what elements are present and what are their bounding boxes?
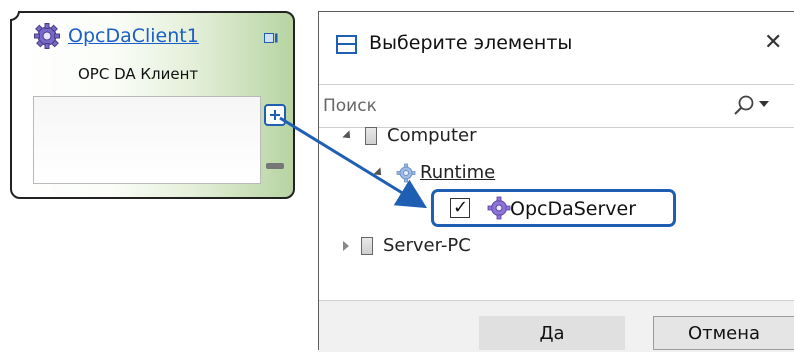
server-icon — [361, 236, 373, 255]
opc-da-client-block[interactable]: OpcDaClient1 OPC DA Клиент — [10, 11, 295, 199]
chevron-down-icon[interactable] — [759, 101, 769, 107]
checkbox[interactable] — [450, 197, 470, 218]
server-icon — [365, 126, 377, 145]
tree-item-computer[interactable]: Computer — [342, 125, 477, 146]
expand-arrow-icon[interactable] — [342, 129, 354, 142]
remove-item-button[interactable] — [266, 163, 284, 169]
component-name-link[interactable]: OpcDaClient1 — [68, 25, 199, 47]
expand-arrow-icon[interactable] — [373, 166, 385, 179]
window-icon — [336, 35, 357, 54]
minimize-icon[interactable] — [264, 33, 278, 43]
tree-item-label: OpcDaServer — [510, 198, 637, 220]
tree-item-label: Server-PC — [383, 235, 471, 256]
component-type-label: OPC DA Клиент — [78, 65, 199, 83]
dialog-title: Выберите элементы — [369, 32, 573, 54]
gear-icon — [34, 23, 60, 49]
tree-item-server-pc[interactable]: Server-PC — [343, 235, 471, 256]
tree-item-runtime[interactable]: Runtime — [373, 162, 496, 183]
gear-icon — [396, 163, 416, 182]
search-row — [319, 84, 794, 128]
add-item-button[interactable] — [264, 104, 286, 126]
search-icon[interactable] — [732, 94, 756, 118]
corner-notch — [10, 11, 20, 21]
select-items-dialog: Выберите элементы ✕ Computer Runtime S — [318, 11, 794, 352]
expand-arrow-icon[interactable] — [343, 240, 349, 251]
cancel-button[interactable]: Отмена — [653, 316, 794, 350]
component-items-panel — [33, 96, 261, 184]
dialog-footer: Да Отмена — [319, 300, 794, 352]
tree-item-label: Computer — [387, 125, 477, 146]
tree-item-opcdaserver[interactable]: OpcDaServer — [431, 189, 676, 227]
close-icon[interactable]: ✕ — [764, 30, 782, 55]
ok-button[interactable]: Да — [479, 316, 625, 350]
search-input[interactable] — [319, 85, 725, 127]
tree-item-label: Runtime — [420, 162, 496, 183]
gear-icon — [487, 196, 511, 220]
block-title-row: OpcDaClient1 — [34, 23, 199, 49]
dialog-titlebar: Выберите элементы ✕ — [319, 12, 794, 76]
